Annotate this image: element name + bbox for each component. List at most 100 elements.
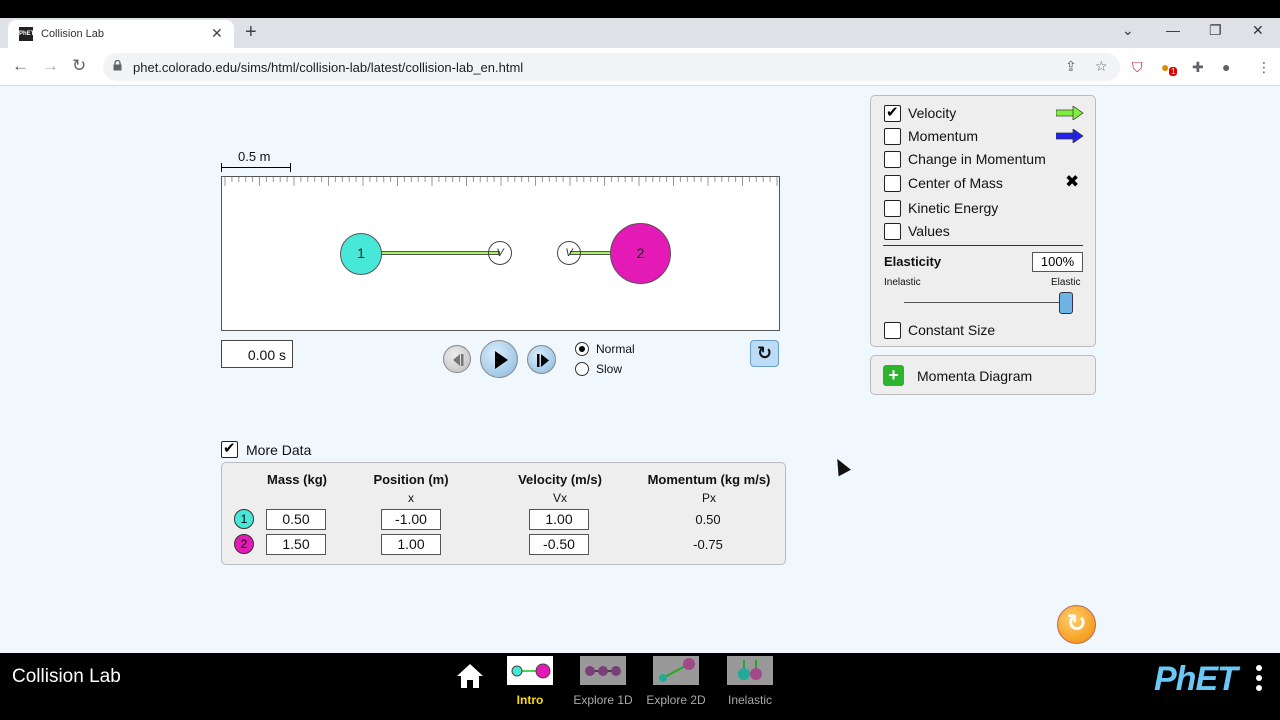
step-forward-icon	[537, 354, 549, 367]
play-button[interactable]	[480, 340, 518, 378]
scale-label: 0.5 m	[238, 149, 271, 164]
mass-2-field[interactable]: 1.50	[266, 534, 326, 555]
momentum-checkbox[interactable]	[884, 128, 901, 145]
position-header: Position (m)	[373, 472, 449, 487]
ball-1-number: 1	[357, 245, 365, 261]
mass-header: Mass (kg)	[267, 472, 327, 487]
momenta-diagram-label: Momenta Diagram	[917, 368, 1033, 384]
tab-close-icon[interactable]: ✕	[211, 25, 223, 42]
explore-1d-screen-icon	[580, 656, 626, 685]
screen-intro-button[interactable]: Intro	[495, 656, 565, 707]
extensions-puzzle-icon[interactable]: ✚	[1192, 59, 1204, 76]
more-data-label: More Data	[246, 442, 312, 458]
center-of-mass-x-icon: ✖	[1065, 172, 1080, 191]
change-in-momentum-checkbox[interactable]	[884, 151, 901, 168]
screen-explore-2d-button[interactable]: Explore 2D	[641, 656, 711, 707]
restart-button[interactable]: ↻	[750, 340, 779, 367]
browser-toolbar: ← → ↻ phet.colorado.edu/sims/html/collis…	[0, 48, 1280, 86]
speed-normal-label: Normal	[596, 342, 635, 356]
step-back-button[interactable]	[443, 345, 471, 373]
lock-icon	[113, 60, 122, 71]
phet-favicon-icon: PhET	[19, 27, 34, 41]
address-bar[interactable]: phet.colorado.edu/sims/html/collision-la…	[103, 53, 1120, 81]
expand-plus-icon[interactable]: +	[883, 365, 904, 386]
extension-shield-icon[interactable]: ⛉	[1132, 59, 1143, 76]
ruler-ticks	[224, 177, 778, 186]
row-ball-2-icon: 2	[234, 534, 254, 554]
tab-search-icon[interactable]: ⌄	[1122, 22, 1134, 39]
elasticity-title: Elasticity	[884, 254, 942, 269]
velocity-1-field[interactable]: 1.00	[529, 509, 589, 530]
constant-size-checkbox[interactable]	[884, 322, 901, 339]
phet-logo[interactable]: PhET	[1154, 660, 1238, 699]
momentum-2-value: -0.75	[693, 537, 723, 552]
profile-icon[interactable]: ●	[1222, 59, 1230, 75]
panel-divider	[883, 245, 1083, 246]
scale-bar	[221, 167, 291, 168]
speed-slow-radio[interactable]	[575, 362, 589, 376]
velocity-handle-1[interactable]: V	[488, 241, 512, 265]
inelastic-label: Inelastic	[884, 277, 921, 288]
extension-badge-icon[interactable]: ● 1	[1161, 59, 1178, 76]
momentum-arrow-icon	[1056, 129, 1084, 143]
play-icon	[495, 351, 508, 369]
ball-2-number: 2	[636, 245, 645, 261]
back-icon[interactable]: ←	[12, 56, 29, 76]
sim-title: Collision Lab	[12, 666, 121, 687]
position-subheader: x	[408, 491, 414, 505]
momentum-label: Momentum	[908, 128, 979, 144]
ball-1[interactable]: 1	[340, 233, 382, 275]
tab-strip: PhET Collision Lab ✕ + ⌄ — ❐ ✕	[0, 18, 1280, 48]
elasticity-slider-thumb[interactable]	[1059, 292, 1073, 314]
close-window-button[interactable]: ✕	[1252, 22, 1264, 39]
reset-all-button[interactable]: ↻	[1057, 605, 1096, 644]
phet-menu-icon[interactable]	[1256, 665, 1262, 695]
momentum-header: Momentum (kg m/s)	[647, 472, 771, 487]
position-2-field[interactable]: 1.00	[381, 534, 441, 555]
screen-explore-1d-label: Explore 1D	[573, 693, 633, 707]
step-forward-button[interactable]	[527, 345, 556, 374]
velocity-header: Velocity (m/s)	[518, 472, 602, 487]
momentum-subheader: Px	[701, 491, 716, 505]
tab-title: Collision Lab	[41, 28, 104, 40]
forward-icon[interactable]: →	[42, 56, 59, 76]
reset-all-icon: ↻	[1066, 610, 1087, 637]
screen-inelastic-button[interactable]: Inelastic	[715, 656, 785, 707]
speed-normal-radio[interactable]	[575, 342, 589, 356]
screen-explore-1d-button[interactable]: Explore 1D	[568, 656, 638, 707]
ball-2[interactable]: 2	[610, 223, 671, 284]
sim-screen: 0.5 m 1 V 2 V 0.00 s Normal Slow ↻ ✔ Vel…	[0, 86, 1280, 653]
elasticity-value: 100%	[1032, 252, 1083, 272]
scale-cap-right	[290, 163, 291, 172]
mouse-cursor-icon	[831, 455, 851, 477]
share-icon[interactable]: ⇪	[1065, 58, 1077, 75]
velocity-handle-2[interactable]: V	[557, 241, 581, 265]
mass-1-field[interactable]: 0.50	[266, 509, 326, 530]
restore-button[interactable]: ❐	[1209, 22, 1222, 39]
browser-menu-icon[interactable]: ⋮	[1257, 59, 1271, 76]
browser-tab[interactable]: PhET Collision Lab ✕	[8, 20, 234, 48]
values-checkbox[interactable]	[884, 223, 901, 240]
phet-navbar: Collision Lab Intro Explore 1D Explore 2…	[0, 653, 1280, 720]
center-of-mass-checkbox[interactable]	[884, 175, 901, 192]
center-of-mass-label: Center of Mass	[908, 175, 1003, 191]
minimize-button[interactable]: —	[1166, 22, 1180, 38]
url-text: phet.colorado.edu/sims/html/collision-la…	[133, 60, 524, 75]
new-tab-button[interactable]: +	[245, 21, 257, 44]
bookmark-star-icon[interactable]: ☆	[1095, 58, 1108, 75]
kinetic-energy-checkbox[interactable]	[884, 200, 901, 217]
velocity-2-field[interactable]: -0.50	[529, 534, 589, 555]
screen-inelastic-label: Inelastic	[727, 693, 773, 707]
elastic-label: Elastic	[1051, 277, 1081, 288]
values-label: Values	[908, 223, 950, 239]
momentum-1-value: 0.50	[695, 512, 721, 527]
more-data-checkbox[interactable]	[221, 439, 238, 458]
reload-icon[interactable]: ↻	[72, 56, 86, 76]
position-1-field[interactable]: -1.00	[381, 509, 441, 530]
velocity-checkbox[interactable]	[884, 103, 901, 122]
home-icon[interactable]	[456, 662, 484, 690]
elasticity-slider-track[interactable]	[904, 302, 1066, 303]
momenta-diagram-accordion[interactable]: + Momenta Diagram	[870, 355, 1096, 395]
play-area[interactable]: 1 V 2 V	[221, 176, 780, 331]
row-ball-1-icon: 1	[234, 509, 254, 529]
